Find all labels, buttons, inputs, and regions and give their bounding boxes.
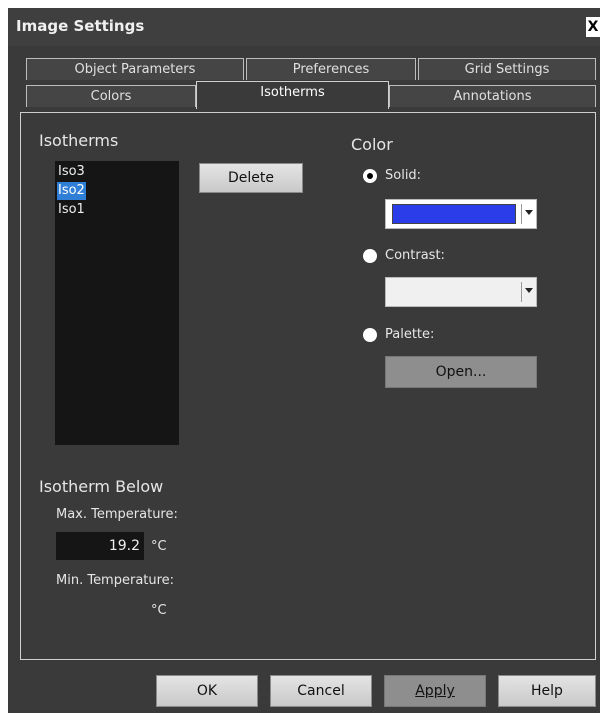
chevron-down-icon[interactable] xyxy=(525,288,533,293)
close-icon[interactable]: X xyxy=(586,17,600,37)
image-settings-dialog: Image Settings X Object Parameters Prefe… xyxy=(8,8,600,713)
color-swatch xyxy=(392,204,516,224)
max-temperature-unit: °C xyxy=(151,539,167,554)
solid-label: Solid: xyxy=(385,168,422,183)
combo-separator xyxy=(521,282,522,302)
contrast-label: Contrast: xyxy=(385,248,445,263)
button-bar: OK Cancel Apply Help xyxy=(8,661,600,713)
list-item-selected[interactable]: Iso2 xyxy=(57,182,86,200)
isotherms-panel: Isotherms Iso3 Iso2 Iso1 Delete Color So… xyxy=(20,112,596,660)
min-temperature-unit: °C xyxy=(151,603,167,618)
tab-preferences[interactable]: Preferences xyxy=(246,58,416,80)
open-palette-button[interactable]: Open... xyxy=(385,356,537,388)
max-temperature-input[interactable]: 19.2 xyxy=(56,532,144,560)
palette-label: Palette: xyxy=(385,327,435,342)
isotherm-list[interactable]: Iso3 Iso2 Iso1 xyxy=(55,161,179,445)
delete-button[interactable]: Delete xyxy=(199,163,303,193)
tab-isotherms[interactable]: Isotherms xyxy=(196,81,389,109)
solid-color-combo[interactable] xyxy=(385,199,537,229)
cancel-button[interactable]: Cancel xyxy=(270,675,372,707)
isotherms-heading: Isotherms xyxy=(39,131,119,150)
contrast-combo[interactable] xyxy=(385,277,537,307)
ok-button[interactable]: OK xyxy=(156,675,258,707)
max-temperature-label: Max. Temperature: xyxy=(56,507,178,522)
tab-annotations[interactable]: Annotations xyxy=(389,85,596,107)
solid-radio[interactable] xyxy=(363,169,377,183)
chevron-down-icon[interactable] xyxy=(525,210,533,215)
list-item[interactable]: Iso1 xyxy=(57,201,86,219)
combo-separator xyxy=(521,204,522,224)
tab-grid-settings[interactable]: Grid Settings xyxy=(418,58,596,80)
contrast-radio[interactable] xyxy=(363,249,377,263)
tab-colors[interactable]: Colors xyxy=(26,85,196,107)
isotherm-below-heading: Isotherm Below xyxy=(39,477,164,496)
min-temperature-label: Min. Temperature: xyxy=(56,573,175,588)
color-heading: Color xyxy=(351,135,393,154)
apply-button[interactable]: Apply xyxy=(384,675,486,707)
title-bar: Image Settings X xyxy=(8,8,600,46)
palette-radio[interactable] xyxy=(363,328,377,342)
tab-object-parameters[interactable]: Object Parameters xyxy=(26,58,244,80)
help-button[interactable]: Help xyxy=(498,675,596,707)
dialog-title: Image Settings xyxy=(16,17,145,35)
list-item[interactable]: Iso3 xyxy=(57,163,86,181)
